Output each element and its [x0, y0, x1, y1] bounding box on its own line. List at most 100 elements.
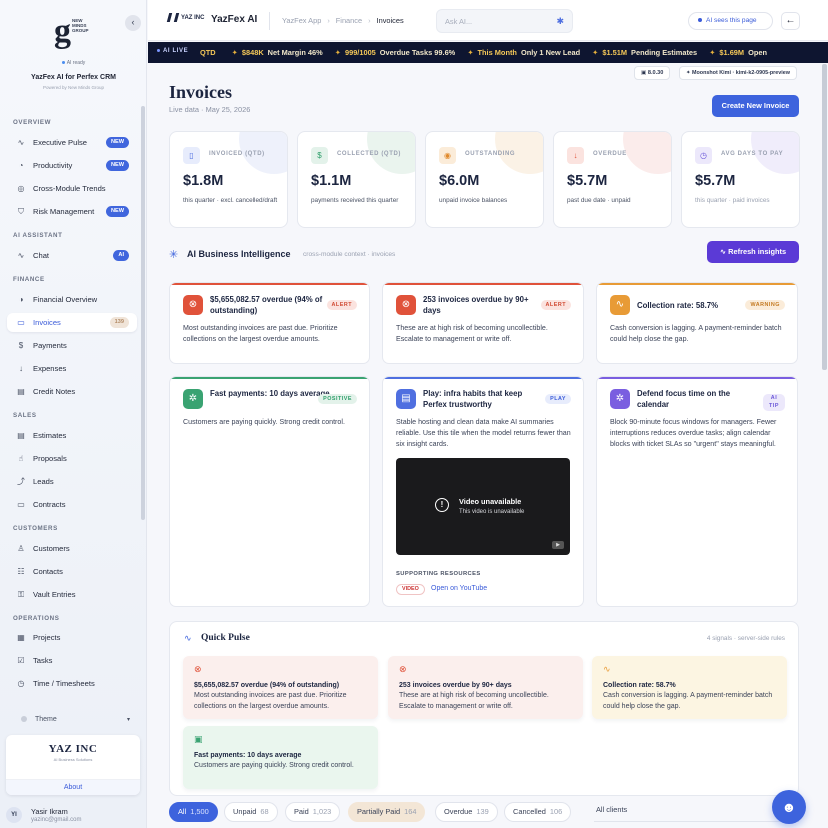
sidebar-scrollbar[interactable] — [141, 106, 145, 520]
ai-bi-title: AI Business Intelligence — [187, 249, 291, 259]
contract-icon: ▭ — [17, 500, 25, 509]
kpi-label: AVG DAYS TO PAY — [721, 151, 784, 157]
sidebar-item-customers[interactable]: ♙ Customers — [7, 539, 137, 558]
insight-card[interactable]: ✲ Defend focus time on the calendar AI T… — [596, 376, 798, 607]
trend-icon: ◎ — [17, 184, 25, 193]
insight-body: Cash conversion is lagging. A payment-re… — [610, 324, 782, 343]
youtube-icon[interactable]: ▶ — [552, 541, 564, 549]
sidebar-item-vault-entries[interactable]: ⚿ Vault Entries — [7, 585, 137, 604]
pulse-card-title: $5,655,082.57 overdue (94% of outstandin… — [194, 682, 340, 689]
dollar-icon: $ — [311, 147, 328, 164]
kpi-label: COLLECTED (QTD) — [337, 151, 401, 157]
vault-icon: ⚿ — [17, 589, 25, 599]
ticker-track: QTD ✦ $848K Net Margin 46% ✦ 999/1005 Overdu… — [200, 48, 767, 57]
sidebar-item-contracts[interactable]: ▭ Contracts — [7, 495, 137, 514]
user-profile[interactable]: YI Yasir Ikram yazinc@gmail.com — [6, 804, 140, 826]
x-circle-icon: ⊗ — [396, 295, 416, 315]
pulse-card[interactable]: ⊗ 253 invoices overdue by 90+ days These… — [388, 656, 583, 719]
shield-icon: ⛉ — [18, 206, 24, 216]
ticker-value: This Month — [477, 48, 517, 57]
insight-body: Customers are paying quickly. Strong cre… — [183, 418, 345, 426]
clients-select[interactable]: All clients — [594, 802, 799, 822]
status-filters: All 1,500 Unpaid 68 Paid 1,023 Partially Pa… — [169, 802, 819, 822]
kpi-label: OVERDUE — [593, 151, 627, 157]
insight-body: Block 90-minute focus windows for manage… — [610, 418, 777, 448]
insight-title: Fast payments: 10 days average — [210, 389, 330, 398]
sidebar-item-executive-pulse[interactable]: ∿ Executive Pulse NEW — [7, 133, 137, 152]
kpi-value: $6.0M — [439, 173, 480, 189]
filter-cancelled[interactable]: Cancelled 106 — [504, 802, 572, 822]
about-link[interactable]: About — [6, 779, 140, 795]
kpi-outstanding: ◉ OUTSTANDING $6.0M unpaid invoice balan… — [425, 131, 544, 228]
pulse-icon: ∿ — [610, 295, 630, 315]
video-player[interactable]: ! Video unavailable This video is unavai… — [396, 458, 570, 555]
app-name: YazFex AI — [211, 14, 258, 25]
sidebar-item-projects[interactable]: ▦ Projects — [7, 628, 137, 647]
collapse-sidebar-button[interactable]: ‹ — [125, 15, 141, 31]
sidebar-item-contacts[interactable]: ☷ Contacts — [7, 562, 137, 581]
sidebar-item-chat[interactable]: ∿ Chat AI — [7, 246, 137, 265]
sidebar-item-payments[interactable]: $ Payments — [7, 336, 137, 355]
sidebar-item-proposals[interactable]: ☝ Proposals — [7, 449, 137, 468]
insight-card[interactable]: ∿ Collection rate: 58.7% WARNING Cash co… — [596, 282, 798, 364]
sidebar-item-credit-notes[interactable]: ▤ Credit Notes — [7, 382, 137, 401]
filter-partially-paid[interactable]: Partially Paid 164 — [348, 802, 426, 822]
activity-icon: ∿ — [17, 251, 25, 260]
filter-all[interactable]: All 1,500 — [169, 802, 218, 822]
theme-toggle[interactable]: Theme ▾ — [10, 712, 130, 726]
ai-bi-header: ✳ AI Business Intelligence cross-module … — [169, 241, 799, 266]
pulse-card[interactable]: ▣ Fast payments: 10 days average Custome… — [183, 726, 378, 789]
pulse-card[interactable]: ⊗ $5,655,082.57 overdue (94% of outstand… — [183, 656, 378, 719]
insight-card[interactable]: ✲ Fast payments: 10 days average POSITIV… — [169, 376, 370, 607]
kpi-note: unpaid invoice balances — [439, 197, 508, 204]
yaz-logo: YAZ INC — [166, 13, 204, 22]
kpi-note: this quarter · paid invoices — [695, 197, 770, 204]
filter-unpaid[interactable]: Unpaid 68 — [224, 802, 278, 822]
sidebar-item-invoices[interactable]: ▭ Invoices 139 — [7, 313, 137, 332]
breadcrumb-app[interactable]: YazFex App — [282, 16, 321, 25]
insight-card-play[interactable]: ▤ Play: infra habits that keep Perfex tr… — [382, 376, 584, 607]
section-overview: OVERVIEW — [13, 119, 52, 126]
sidebar-item-tasks[interactable]: ☑ Tasks — [7, 651, 137, 670]
section-customers: CUSTOMERS — [13, 525, 58, 532]
live-ticker: AI LIVE QTD ✦ $848K Net Margin 46% ✦ 999/10… — [148, 42, 828, 63]
back-button[interactable]: ← — [781, 12, 800, 30]
refresh-insights-button[interactable]: ∿ Refresh insights — [707, 241, 799, 263]
x-circle-icon: ⊗ — [194, 664, 202, 674]
ai-sees-page-toggle[interactable]: AI sees this page — [688, 12, 773, 30]
sidebar-item-financial-overview[interactable]: ◑ Financial Overview — [7, 290, 137, 309]
video-subtitle: This video is unavailable — [459, 509, 525, 515]
sidebar-item-productivity[interactable]: ◔ Productivity NEW — [7, 156, 137, 175]
sidebar-item-cross-module-trends[interactable]: ◎ Cross-Module Trends — [7, 179, 137, 198]
new-badge: NEW — [105, 206, 129, 217]
sparkle-icon: ✲ — [183, 389, 203, 409]
kpi-note: past due date · unpaid — [567, 197, 631, 204]
sidebar-item-leads[interactable]: ⤴ Leads — [7, 472, 137, 491]
insight-card[interactable]: ⊗ $5,655,082.57 overdue (94% of outstand… — [169, 282, 370, 364]
ai-assistant-fab[interactable]: ☻ — [772, 790, 806, 824]
kpi-label: OUTSTANDING — [465, 151, 516, 157]
pulse-card[interactable]: ∿ Collection rate: 58.7% Cash conversion… — [592, 656, 787, 719]
sidebar-item-estimates[interactable]: ▤ Estimates — [7, 426, 137, 445]
wallet-icon: ▣ — [194, 734, 203, 744]
count-badge: 139 — [109, 317, 129, 328]
new-badge: NEW — [105, 137, 129, 148]
pulse-card-title: 253 invoices overdue by 90+ days — [399, 682, 512, 689]
insight-card[interactable]: ⊗ 253 invoices overdue by 90+ days ALERT… — [382, 282, 584, 364]
ticker-value: 999/1005 — [344, 48, 376, 57]
breadcrumb-finance[interactable]: Finance — [336, 16, 362, 25]
logo-text: NEW MINDS GROUP — [72, 18, 89, 33]
create-invoice-button[interactable]: Create New Invoice — [712, 95, 799, 117]
kpi-value: $1.8M — [183, 173, 224, 189]
sidebar-item-time-timesheets[interactable]: ◷ Time / Timesheets — [7, 674, 137, 693]
x-circle-icon: ⊗ — [183, 295, 203, 315]
sidebar-item-risk-management[interactable]: ⛉ Risk Management NEW — [7, 202, 137, 221]
ai-bi-subtitle: cross-module context · invoices — [303, 251, 396, 258]
sidebar-item-expenses[interactable]: ↓ Expenses — [7, 359, 137, 378]
ask-ai-input[interactable]: Ask AI... ✱ — [436, 9, 573, 33]
positive-tag: POSITIVE — [318, 394, 357, 404]
filter-overdue[interactable]: Overdue 139 — [435, 802, 498, 822]
filter-paid[interactable]: Paid 1,023 — [285, 802, 341, 822]
main-scrollbar[interactable] — [822, 64, 827, 370]
open-youtube-link[interactable]: Open on YouTube — [431, 585, 487, 592]
